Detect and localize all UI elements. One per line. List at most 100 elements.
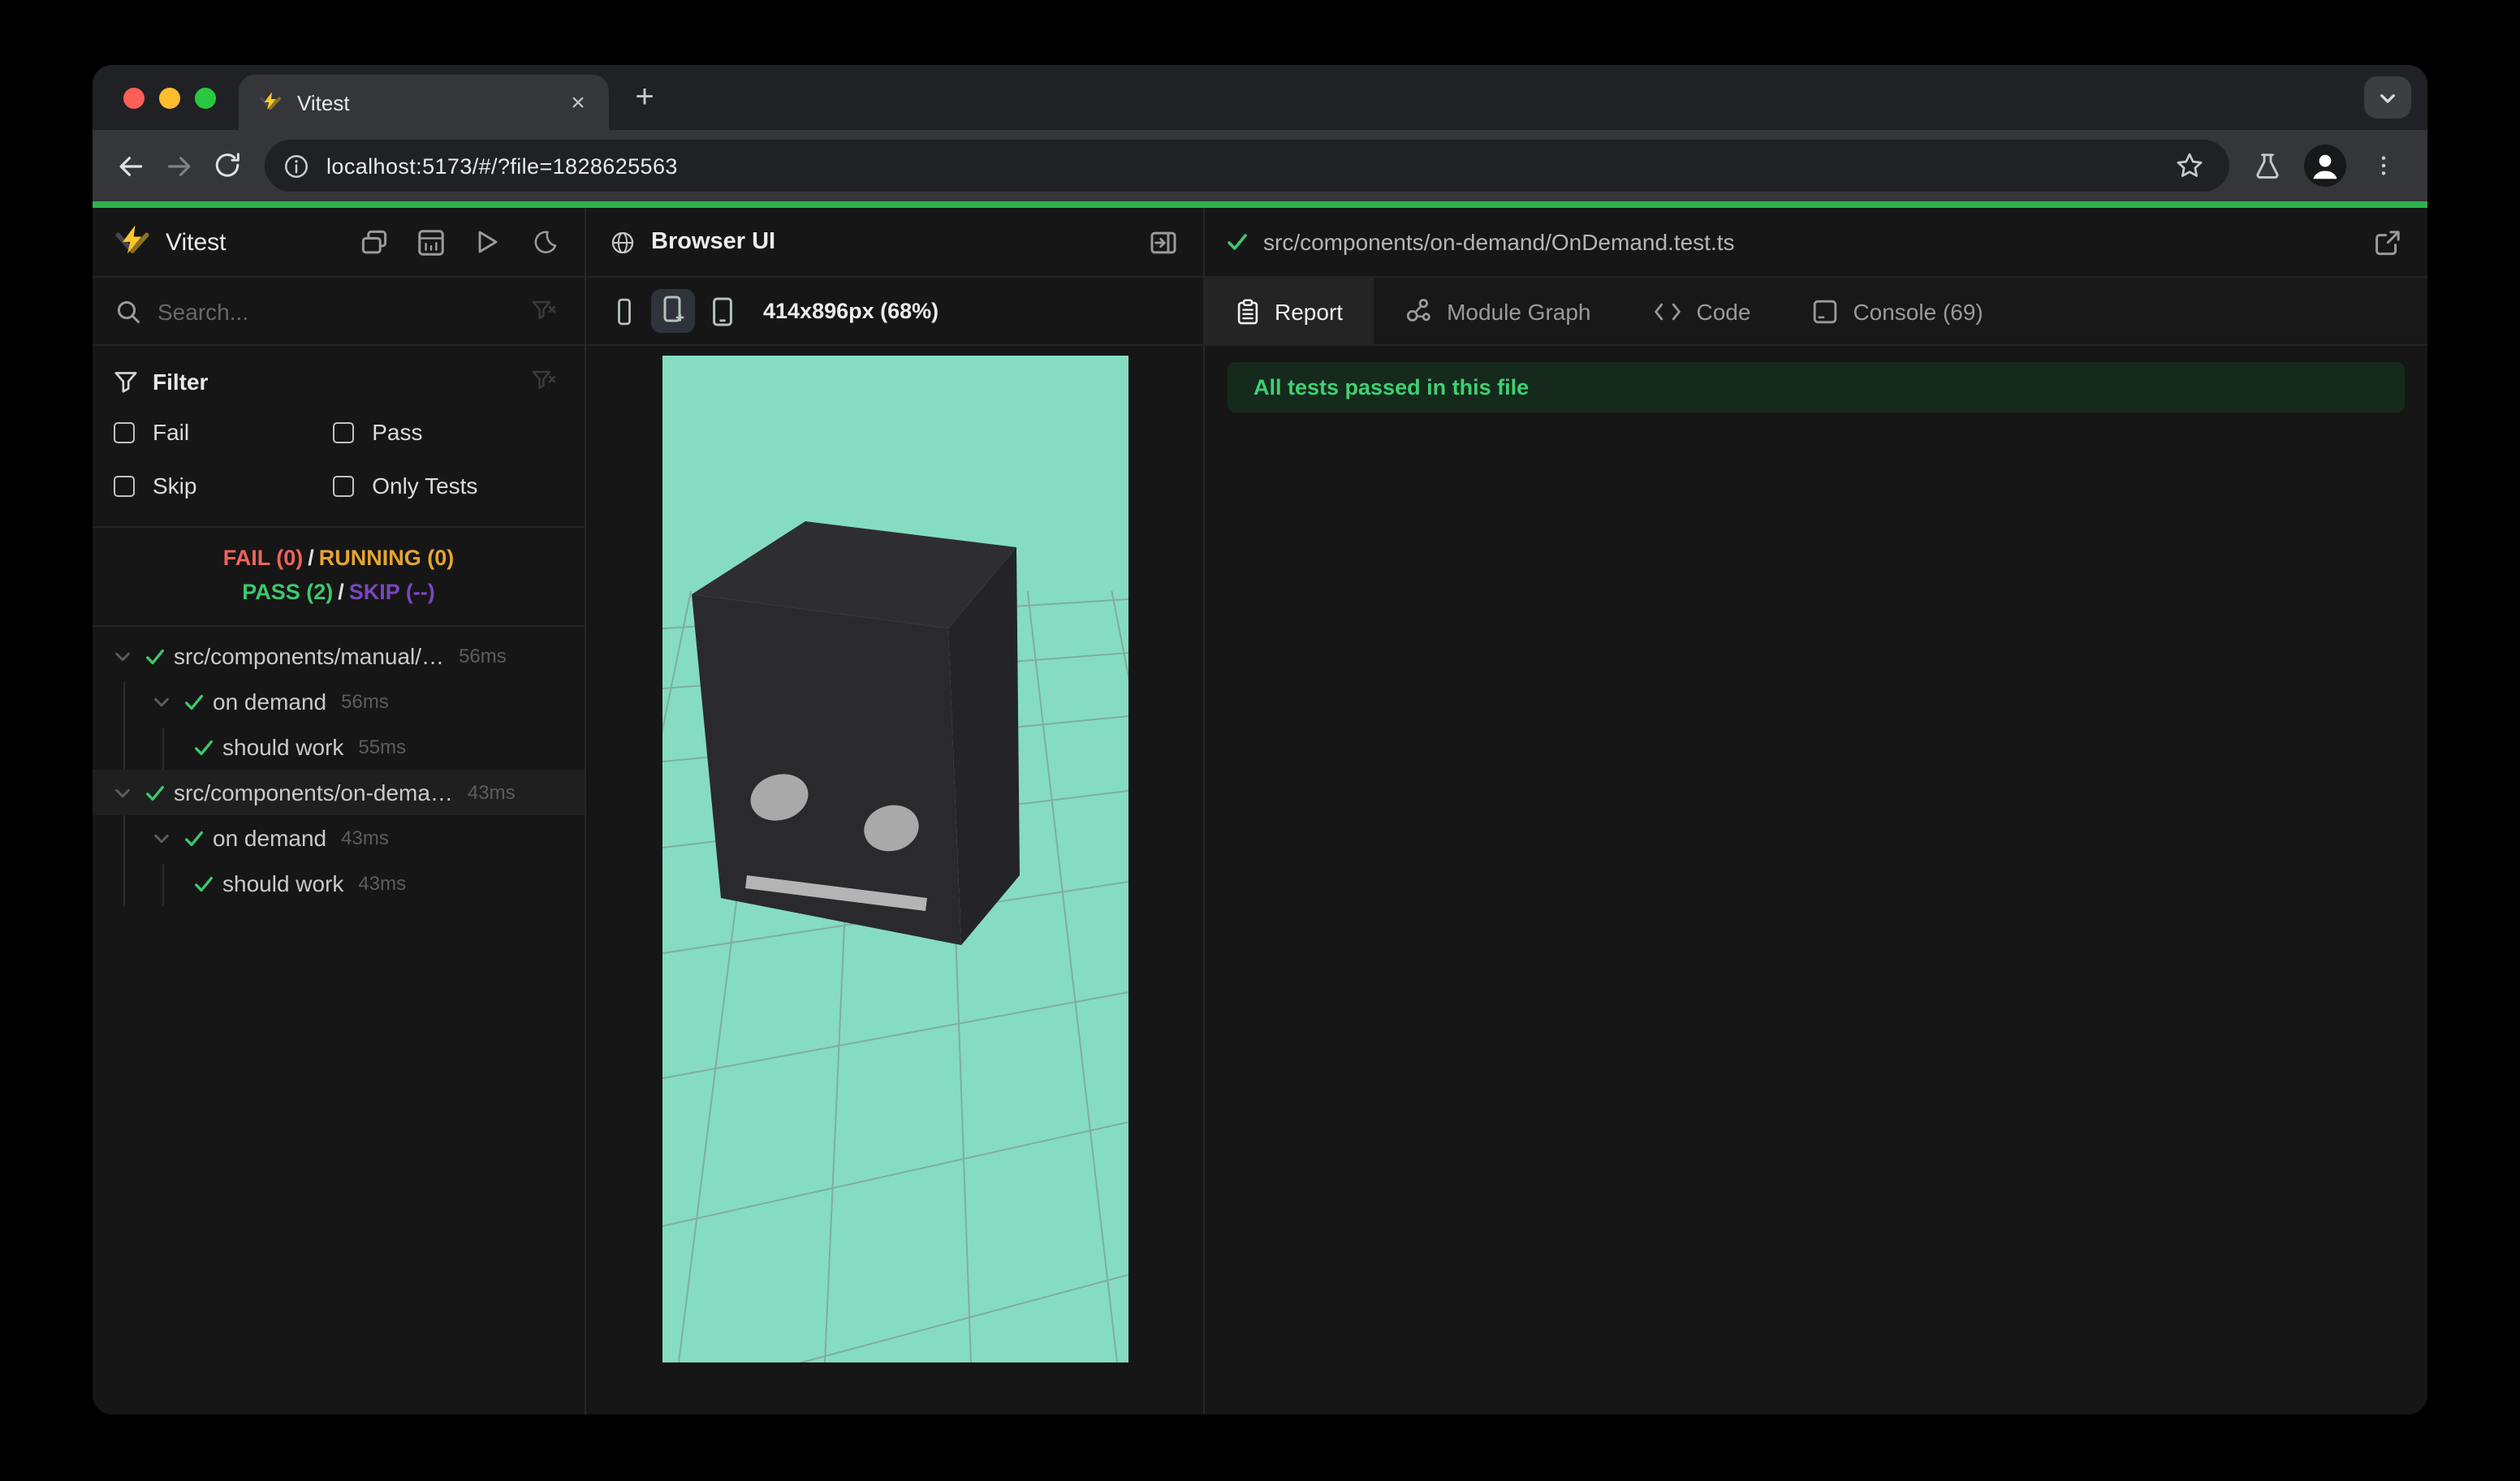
device-small-button[interactable] bbox=[602, 289, 646, 333]
address-bar[interactable]: localhost:5173/#/?file=1828625563 bbox=[265, 140, 2229, 192]
play-icon bbox=[478, 231, 498, 253]
test-suite-row[interactable]: on demand 56ms bbox=[93, 679, 585, 724]
pass-check-icon bbox=[177, 691, 209, 712]
dashboard-icon bbox=[417, 229, 443, 255]
minimize-window-button[interactable] bbox=[159, 87, 180, 108]
site-info-icon[interactable] bbox=[274, 145, 317, 187]
run-all-button[interactable] bbox=[468, 222, 507, 261]
test-label: should work bbox=[222, 734, 344, 760]
search-input[interactable] bbox=[158, 298, 510, 324]
report-body: All tests passed in this file bbox=[1205, 346, 2427, 1414]
skip-count: SKIP (--) bbox=[348, 580, 435, 604]
tab-console[interactable]: Console (69) bbox=[1781, 278, 2013, 344]
test-file-row-selected[interactable]: src/components/on-dema… 43ms bbox=[93, 770, 585, 815]
phone-plus-icon bbox=[662, 296, 684, 322]
tab-strip: Vitest × + bbox=[93, 65, 2427, 130]
test-status-summary: FAIL (0) / RUNNING (0) PASS (2) / SKIP (--) bbox=[93, 528, 585, 627]
checkbox bbox=[114, 475, 135, 496]
console-icon bbox=[1814, 299, 1837, 323]
chevron-down-icon[interactable] bbox=[106, 784, 138, 801]
dark-mode-toggle[interactable] bbox=[524, 222, 563, 261]
checkbox bbox=[114, 421, 135, 443]
browser-menu-button[interactable] bbox=[2359, 141, 2408, 190]
browser-window: Vitest × + localhost:5173/#/?file=182862… bbox=[93, 65, 2427, 1414]
clear-filter-icon[interactable] bbox=[524, 362, 563, 401]
tab-search-button[interactable] bbox=[2364, 76, 2411, 119]
checkbox-label: Skip bbox=[153, 473, 197, 499]
arrow-right-icon bbox=[166, 156, 190, 175]
sidebar: Vitest Search... Filter Fail Pass Skip O… bbox=[93, 208, 585, 1414]
checkbox bbox=[333, 421, 355, 443]
test-duration: 43ms bbox=[358, 872, 407, 895]
filter-checkbox-fail[interactable]: Fail bbox=[114, 411, 333, 453]
vitest-logo-icon bbox=[114, 223, 151, 261]
close-window-button[interactable] bbox=[123, 87, 145, 108]
separator: / bbox=[308, 546, 314, 570]
phone-icon bbox=[712, 296, 731, 326]
open-external-button[interactable] bbox=[2367, 222, 2406, 261]
tab-module-graph[interactable]: Module Graph bbox=[1374, 278, 1621, 344]
test-status-progress-bar bbox=[93, 201, 2427, 208]
code-icon bbox=[1654, 302, 1681, 320]
filter-checkbox-pass[interactable]: Pass bbox=[333, 411, 563, 453]
profile-button[interactable] bbox=[2301, 141, 2350, 190]
robot-head-cube bbox=[691, 521, 1019, 945]
filter-checkbox-only-tests[interactable]: Only Tests bbox=[333, 464, 563, 507]
device-phone-button[interactable] bbox=[700, 289, 744, 333]
test-duration: 43ms bbox=[341, 827, 389, 849]
refresh-button[interactable] bbox=[203, 141, 252, 190]
chevron-down-icon[interactable] bbox=[145, 829, 177, 847]
search-bar bbox=[93, 278, 585, 346]
new-tab-button[interactable]: + bbox=[622, 75, 667, 120]
bookmark-star-button[interactable] bbox=[2164, 141, 2213, 190]
report-tabs: Report Module Graph Code Console (69) bbox=[1205, 278, 2427, 346]
open-in-panel-button[interactable] bbox=[1143, 222, 1182, 261]
status-line-2: PASS (2) / SKIP (--) bbox=[93, 575, 585, 609]
dashboard-button[interactable] bbox=[411, 222, 450, 261]
checkbox-label: Fail bbox=[153, 419, 190, 445]
status-line-1: FAIL (0) / RUNNING (0) bbox=[93, 541, 585, 575]
tab-label: Code bbox=[1696, 298, 1751, 324]
window-controls bbox=[93, 87, 239, 108]
test-case-row[interactable]: should work 55ms bbox=[93, 724, 585, 770]
collapse-panels-button[interactable] bbox=[354, 222, 393, 261]
screenshot-stage: Vitest × + localhost:5173/#/?file=182862… bbox=[0, 0, 2520, 1481]
chrome-action-icons bbox=[2242, 141, 2414, 190]
filter-options: Fail Pass Skip Only Tests bbox=[114, 411, 563, 507]
banner-text: All tests passed in this file bbox=[1254, 375, 1530, 399]
clear-search-filter-icon[interactable] bbox=[524, 291, 563, 330]
test-case-row[interactable]: should work 43ms bbox=[93, 861, 585, 906]
experiments-button[interactable] bbox=[2242, 141, 2291, 190]
refresh-icon bbox=[215, 153, 239, 177]
browser-tab[interactable]: Vitest × bbox=[239, 75, 609, 130]
phone-small-icon bbox=[618, 297, 631, 325]
tab-close-icon[interactable]: × bbox=[563, 88, 593, 117]
external-link-icon bbox=[2375, 230, 2399, 255]
back-button[interactable] bbox=[106, 141, 154, 190]
tab-label: Module Graph bbox=[1447, 298, 1591, 324]
chevron-down-icon[interactable] bbox=[145, 693, 177, 710]
forward-button[interactable] bbox=[154, 141, 203, 190]
test-file-row[interactable]: src/components/manual/… 56ms bbox=[93, 633, 585, 679]
report-panel: src/components/on-demand/OnDemand.test.t… bbox=[1205, 208, 2427, 1414]
clipboard-icon bbox=[1237, 298, 1258, 324]
pass-check-icon bbox=[187, 873, 219, 894]
app-title: Vitest bbox=[166, 228, 227, 256]
filter-checkbox-skip[interactable]: Skip bbox=[114, 464, 333, 507]
test-label: src/components/manual/… bbox=[174, 643, 445, 669]
test-browser-viewport[interactable] bbox=[662, 356, 1128, 1362]
tab-label: Report bbox=[1275, 298, 1344, 324]
test-label: on demand bbox=[213, 689, 327, 715]
test-file-path: src/components/on-demand/OnDemand.test.t… bbox=[1263, 229, 1735, 255]
robot-cube-3d-scene bbox=[662, 356, 1128, 1362]
tab-report[interactable]: Report bbox=[1205, 278, 1374, 344]
filter-title: Filter bbox=[153, 369, 209, 395]
checkbox-label: Only Tests bbox=[372, 473, 478, 499]
test-suite-row[interactable]: on demand 43ms bbox=[93, 815, 585, 861]
fullscreen-window-button[interactable] bbox=[195, 87, 216, 108]
tab-code[interactable]: Code bbox=[1622, 278, 1782, 344]
device-add-button[interactable] bbox=[651, 289, 695, 333]
chevron-down-icon bbox=[2380, 93, 2395, 102]
test-label: on demand bbox=[213, 825, 327, 851]
chevron-down-icon[interactable] bbox=[106, 647, 138, 665]
